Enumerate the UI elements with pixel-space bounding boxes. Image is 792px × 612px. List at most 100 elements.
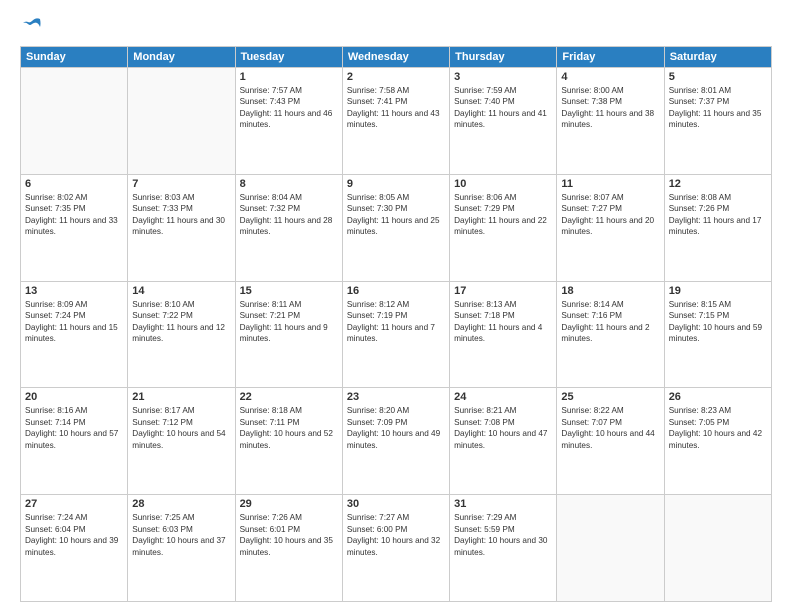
sunrise-text: Sunrise: 8:10 AM	[132, 299, 230, 310]
day-header-saturday: Saturday	[664, 47, 771, 68]
sunset-text: Sunset: 7:37 PM	[669, 96, 767, 107]
sunrise-text: Sunrise: 8:04 AM	[240, 192, 338, 203]
sunset-text: Sunset: 5:59 PM	[454, 524, 552, 535]
day-info: Sunrise: 8:06 AMSunset: 7:29 PMDaylight:…	[454, 192, 552, 238]
day-info: Sunrise: 7:27 AMSunset: 6:00 PMDaylight:…	[347, 512, 445, 558]
day-number: 29	[240, 498, 338, 510]
day-info: Sunrise: 8:12 AMSunset: 7:19 PMDaylight:…	[347, 299, 445, 345]
sunrise-text: Sunrise: 8:07 AM	[561, 192, 659, 203]
day-cell-31: 31Sunrise: 7:29 AMSunset: 5:59 PMDayligh…	[450, 495, 557, 602]
daylight-text: Daylight: 11 hours and 38 minutes.	[561, 108, 659, 131]
daylight-text: Daylight: 10 hours and 59 minutes.	[669, 322, 767, 345]
day-number: 24	[454, 391, 552, 403]
day-info: Sunrise: 8:22 AMSunset: 7:07 PMDaylight:…	[561, 405, 659, 451]
week-row-3: 13Sunrise: 8:09 AMSunset: 7:24 PMDayligh…	[21, 281, 772, 388]
daylight-text: Daylight: 11 hours and 22 minutes.	[454, 215, 552, 238]
daylight-text: Daylight: 11 hours and 25 minutes.	[347, 215, 445, 238]
sunrise-text: Sunrise: 8:14 AM	[561, 299, 659, 310]
sunrise-text: Sunrise: 8:16 AM	[25, 405, 123, 416]
sunrise-text: Sunrise: 7:26 AM	[240, 512, 338, 523]
daylight-text: Daylight: 11 hours and 30 minutes.	[132, 215, 230, 238]
day-cell-2: 2Sunrise: 7:58 AMSunset: 7:41 PMDaylight…	[342, 68, 449, 175]
day-cell-16: 16Sunrise: 8:12 AMSunset: 7:19 PMDayligh…	[342, 281, 449, 388]
sunset-text: Sunset: 6:00 PM	[347, 524, 445, 535]
day-info: Sunrise: 8:01 AMSunset: 7:37 PMDaylight:…	[669, 85, 767, 131]
day-info: Sunrise: 8:02 AMSunset: 7:35 PMDaylight:…	[25, 192, 123, 238]
sunset-text: Sunset: 6:01 PM	[240, 524, 338, 535]
logo-text	[20, 16, 42, 38]
day-info: Sunrise: 8:07 AMSunset: 7:27 PMDaylight:…	[561, 192, 659, 238]
day-number: 22	[240, 391, 338, 403]
calendar-table: SundayMondayTuesdayWednesdayThursdayFrid…	[20, 46, 772, 602]
day-cell-12: 12Sunrise: 8:08 AMSunset: 7:26 PMDayligh…	[664, 174, 771, 281]
day-cell-25: 25Sunrise: 8:22 AMSunset: 7:07 PMDayligh…	[557, 388, 664, 495]
daylight-text: Daylight: 11 hours and 4 minutes.	[454, 322, 552, 345]
daylight-text: Daylight: 11 hours and 17 minutes.	[669, 215, 767, 238]
sunrise-text: Sunrise: 8:01 AM	[669, 85, 767, 96]
day-info: Sunrise: 7:26 AMSunset: 6:01 PMDaylight:…	[240, 512, 338, 558]
logo-bird-icon	[22, 16, 42, 38]
day-number: 18	[561, 285, 659, 297]
sunset-text: Sunset: 7:32 PM	[240, 203, 338, 214]
empty-cell	[21, 68, 128, 175]
daylight-text: Daylight: 10 hours and 57 minutes.	[25, 428, 123, 451]
day-cell-29: 29 Sunrise: 7:26 AMSunset: 6:01 PMDayligh…	[235, 495, 342, 602]
daylight-text: Daylight: 11 hours and 43 minutes.	[347, 108, 445, 131]
day-cell-3: 3Sunrise: 7:59 AMSunset: 7:40 PMDaylight…	[450, 68, 557, 175]
day-info: Sunrise: 7:24 AMSunset: 6:04 PMDaylight:…	[25, 512, 123, 558]
sunset-text: Sunset: 7:26 PM	[669, 203, 767, 214]
day-cell-8: 8Sunrise: 8:04 AMSunset: 7:32 PMDaylight…	[235, 174, 342, 281]
week-row-2: 6Sunrise: 8:02 AMSunset: 7:35 PMDaylight…	[21, 174, 772, 281]
day-number: 20	[25, 391, 123, 403]
sunrise-text: Sunrise: 7:25 AM	[132, 512, 230, 523]
sunrise-text: Sunrise: 8:12 AM	[347, 299, 445, 310]
day-info: Sunrise: 8:18 AMSunset: 7:11 PMDaylight:…	[240, 405, 338, 451]
empty-cell	[664, 495, 771, 602]
day-number: 23	[347, 391, 445, 403]
day-cell-21: 21Sunrise: 8:17 AMSunset: 7:12 PMDayligh…	[128, 388, 235, 495]
day-number: 12	[669, 178, 767, 190]
sunset-text: Sunset: 7:35 PM	[25, 203, 123, 214]
day-cell-10: 10Sunrise: 8:06 AMSunset: 7:29 PMDayligh…	[450, 174, 557, 281]
daylight-text: Daylight: 11 hours and 7 minutes.	[347, 322, 445, 345]
day-header-thursday: Thursday	[450, 47, 557, 68]
day-header-sunday: Sunday	[21, 47, 128, 68]
header	[20, 16, 772, 38]
week-row-4: 20Sunrise: 8:16 AMSunset: 7:14 PMDayligh…	[21, 388, 772, 495]
sunset-text: Sunset: 7:41 PM	[347, 96, 445, 107]
day-number: 6	[25, 178, 123, 190]
empty-cell	[557, 495, 664, 602]
sunrise-text: Sunrise: 8:09 AM	[25, 299, 123, 310]
sunrise-text: Sunrise: 8:02 AM	[25, 192, 123, 203]
sunset-text: Sunset: 7:18 PM	[454, 310, 552, 321]
sunrise-text: Sunrise: 8:22 AM	[561, 405, 659, 416]
daylight-text: Daylight: 11 hours and 15 minutes.	[25, 322, 123, 345]
sunset-text: Sunset: 7:22 PM	[132, 310, 230, 321]
sunset-text: Sunset: 7:15 PM	[669, 310, 767, 321]
day-info: Sunrise: 8:21 AMSunset: 7:08 PMDaylight:…	[454, 405, 552, 451]
day-cell-9: 9Sunrise: 8:05 AMSunset: 7:30 PMDaylight…	[342, 174, 449, 281]
sunset-text: Sunset: 6:04 PM	[25, 524, 123, 535]
day-number: 28	[132, 498, 230, 510]
day-cell-4: 4Sunrise: 8:00 AMSunset: 7:38 PMDaylight…	[557, 68, 664, 175]
day-cell-11: 11Sunrise: 8:07 AMSunset: 7:27 PMDayligh…	[557, 174, 664, 281]
sunrise-text: Sunrise: 8:18 AM	[240, 405, 338, 416]
day-number: 14	[132, 285, 230, 297]
day-number: 26	[669, 391, 767, 403]
day-info: Sunrise: 8:15 AMSunset: 7:15 PMDaylight:…	[669, 299, 767, 345]
day-info: Sunrise: 7:59 AMSunset: 7:40 PMDaylight:…	[454, 85, 552, 131]
sunset-text: Sunset: 7:08 PM	[454, 417, 552, 428]
daylight-text: Daylight: 10 hours and 37 minutes.	[132, 535, 230, 558]
day-cell-19: 19Sunrise: 8:15 AMSunset: 7:15 PMDayligh…	[664, 281, 771, 388]
week-row-5: 27Sunrise: 7:24 AMSunset: 6:04 PMDayligh…	[21, 495, 772, 602]
days-header-row: SundayMondayTuesdayWednesdayThursdayFrid…	[21, 47, 772, 68]
day-info: Sunrise: 8:03 AMSunset: 7:33 PMDaylight:…	[132, 192, 230, 238]
sunrise-text: Sunrise: 8:13 AM	[454, 299, 552, 310]
day-info: Sunrise: 8:14 AMSunset: 7:16 PMDaylight:…	[561, 299, 659, 345]
day-number: 31	[454, 498, 552, 510]
day-number: 13	[25, 285, 123, 297]
sunrise-text: Sunrise: 8:21 AM	[454, 405, 552, 416]
sunrise-text: Sunrise: 8:00 AM	[561, 85, 659, 96]
sunset-text: Sunset: 7:11 PM	[240, 417, 338, 428]
day-info: Sunrise: 8:20 AMSunset: 7:09 PMDaylight:…	[347, 405, 445, 451]
